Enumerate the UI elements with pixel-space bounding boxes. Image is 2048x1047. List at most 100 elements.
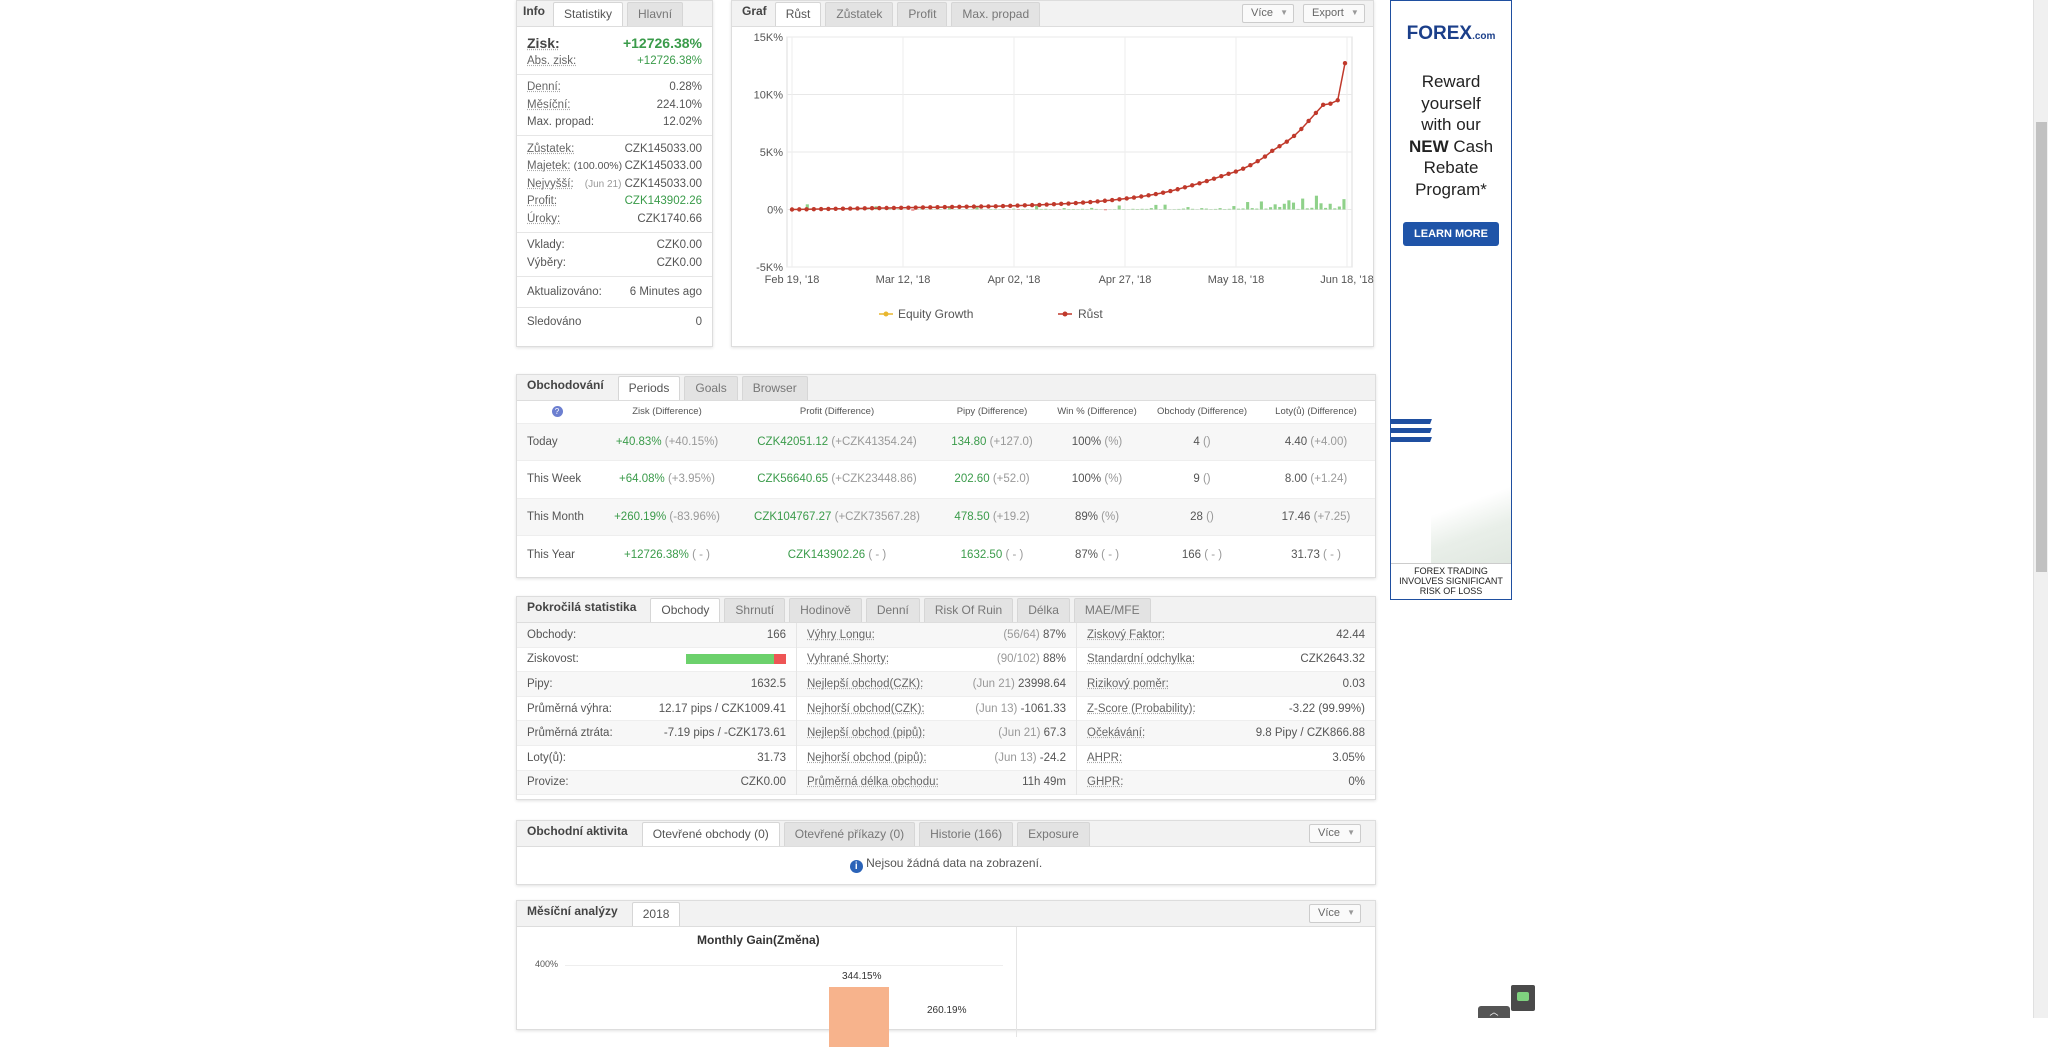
monthly-bar-1[interactable] — [829, 987, 889, 1047]
growth-point[interactable] — [1263, 154, 1267, 158]
growth-point[interactable] — [1037, 203, 1041, 207]
chart-bar[interactable] — [1232, 206, 1235, 209]
learn-more-button[interactable]: LEARN MORE — [1403, 222, 1499, 246]
chart-bar[interactable] — [1095, 209, 1098, 210]
growth-point[interactable] — [1001, 204, 1005, 208]
tab-history[interactable]: Historie (166) — [919, 822, 1013, 846]
chart-bar[interactable] — [1264, 209, 1267, 210]
growth-point[interactable] — [913, 205, 917, 209]
growth-point[interactable] — [1154, 192, 1158, 196]
growth-point[interactable] — [921, 205, 925, 209]
chart-bar[interactable] — [1063, 208, 1066, 209]
chart-bar[interactable] — [1131, 209, 1134, 210]
chart-bar[interactable] — [1044, 209, 1047, 210]
growth-point[interactable] — [1183, 185, 1187, 189]
growth-point[interactable] — [935, 205, 939, 209]
growth-point[interactable] — [1059, 202, 1063, 206]
growth-point[interactable] — [848, 206, 852, 210]
scrollbar-thumb[interactable] — [2036, 122, 2047, 572]
chart-bar[interactable] — [1319, 203, 1322, 209]
graph-more-dropdown[interactable]: Více — [1242, 4, 1294, 23]
growth-point[interactable] — [1306, 119, 1310, 123]
tab-open-orders[interactable]: Otevřené příkazy (0) — [784, 822, 915, 846]
chart-bar[interactable] — [1072, 209, 1075, 210]
growth-point[interactable] — [1052, 202, 1056, 206]
chart-bar[interactable] — [1292, 203, 1295, 210]
tab-open-trades[interactable]: Otevřené obchody (0) — [642, 822, 780, 846]
growth-point[interactable] — [877, 206, 881, 210]
growth-point[interactable] — [790, 207, 794, 211]
chart-bar[interactable] — [1200, 208, 1203, 209]
tab-shrnuti[interactable]: Shrnutí — [724, 598, 785, 622]
growth-point[interactable] — [1175, 187, 1179, 191]
chart-bar[interactable] — [1283, 204, 1286, 210]
growth-point[interactable] — [1146, 193, 1150, 197]
growth-point[interactable] — [1168, 189, 1172, 193]
growth-point[interactable] — [1023, 203, 1027, 207]
tab-goals[interactable]: Goals — [684, 376, 737, 400]
tab-hodinove[interactable]: Hodinově — [789, 598, 862, 622]
chart-bar[interactable] — [1278, 207, 1281, 210]
growth-point[interactable] — [964, 205, 968, 209]
growth-point[interactable] — [1103, 199, 1107, 203]
chart-bar[interactable] — [1338, 207, 1341, 210]
chart-bar[interactable] — [1154, 205, 1157, 210]
tab-risk-of-ruin[interactable]: Risk Of Ruin — [924, 598, 1013, 622]
chart-bar[interactable] — [1246, 202, 1249, 209]
chart-bar[interactable] — [1301, 199, 1304, 210]
growth-point[interactable] — [899, 206, 903, 210]
growth-point[interactable] — [1088, 200, 1092, 204]
growth-point[interactable] — [1197, 181, 1201, 185]
growth-point[interactable] — [950, 205, 954, 209]
growth-point[interactable] — [1248, 163, 1252, 167]
chart-bar[interactable] — [1297, 209, 1300, 210]
chart-bar[interactable] — [1164, 205, 1167, 210]
chart-bar[interactable] — [1118, 205, 1121, 209]
growth-point[interactable] — [870, 206, 874, 210]
tab-zustatek[interactable]: Zůstatek — [825, 2, 893, 26]
growth-point[interactable] — [1081, 200, 1085, 204]
chart-bar[interactable] — [1104, 210, 1107, 211]
chart-bar[interactable] — [1306, 208, 1309, 209]
tab-mae-mfe[interactable]: MAE/MFE — [1074, 598, 1151, 622]
growth-point[interactable] — [906, 205, 910, 209]
tab-max-propad[interactable]: Max. propad — [951, 2, 1040, 26]
growth-point[interactable] — [1095, 199, 1099, 203]
tab-exposure[interactable]: Exposure — [1017, 822, 1090, 846]
growth-point[interactable] — [804, 207, 808, 211]
growth-point[interactable] — [928, 205, 932, 209]
growth-point[interactable] — [1074, 201, 1078, 205]
growth-point[interactable] — [1255, 159, 1259, 163]
growth-point[interactable] — [892, 206, 896, 210]
growth-point[interactable] — [812, 207, 816, 211]
growth-point[interactable] — [841, 206, 845, 210]
graph-export-dropdown[interactable]: Export — [1303, 4, 1365, 23]
activity-more-dropdown[interactable]: Více — [1309, 824, 1361, 843]
tab-browser[interactable]: Browser — [742, 376, 808, 400]
chart-bar[interactable] — [1035, 206, 1038, 210]
tab-statistiky[interactable]: Statistiky — [553, 2, 623, 26]
legend-rust-label[interactable]: Růst — [1078, 307, 1103, 321]
growth-point[interactable] — [943, 205, 947, 209]
chart-bar[interactable] — [1255, 209, 1258, 210]
chart-bar[interactable] — [1260, 201, 1263, 209]
chart-bar[interactable] — [1329, 204, 1332, 210]
chart-bar[interactable] — [1324, 208, 1327, 210]
growth-point[interactable] — [979, 204, 983, 208]
tab-periods[interactable]: Periods — [618, 376, 681, 400]
tab-hlavni[interactable]: Hlavní — [627, 2, 683, 26]
chart-bar[interactable] — [911, 210, 914, 211]
growth-point[interactable] — [797, 207, 801, 211]
growth-point[interactable] — [986, 204, 990, 208]
growth-point[interactable] — [1117, 197, 1121, 201]
chart-bar[interactable] — [1315, 196, 1318, 210]
forex-ad[interactable]: FOREX.com Reward yourself with our NEW C… — [1390, 0, 1512, 600]
chart-bar[interactable] — [1342, 199, 1345, 209]
tab-delka[interactable]: Délka — [1017, 598, 1070, 622]
growth-point[interactable] — [1030, 203, 1034, 207]
growth-point[interactable] — [1270, 149, 1274, 153]
growth-point[interactable] — [1219, 174, 1223, 178]
chart-bar[interactable] — [1237, 209, 1240, 210]
growth-point[interactable] — [826, 207, 830, 211]
chart-bar[interactable] — [1150, 208, 1153, 209]
